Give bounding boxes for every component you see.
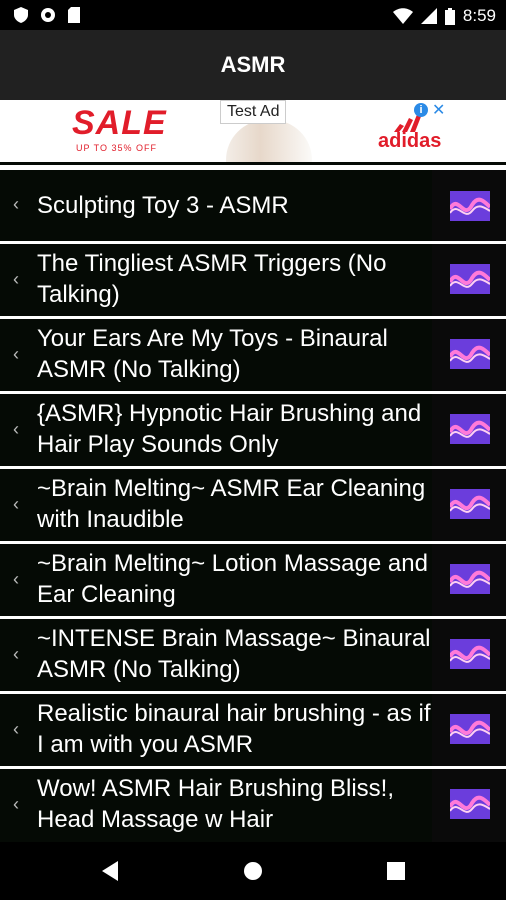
list-item-title: {ASMR} Hypnotic Hair Brushing and Hair P… — [37, 400, 422, 458]
ad-model-image — [226, 120, 312, 162]
ad-close-icon[interactable]: ✕ — [432, 100, 445, 120]
page-title: ASMR — [220, 52, 286, 77]
chevron-left-icon: ‹ — [13, 494, 19, 514]
sound-wave-icon — [450, 564, 490, 594]
ad-sale-subtext: UP TO 35% OFF — [76, 143, 158, 153]
chevron-left-icon: ‹ — [13, 419, 19, 439]
chevron-left-icon: ‹ — [13, 644, 19, 664]
app-bar: ASMR — [0, 30, 506, 100]
sound-wave-icon — [450, 489, 490, 519]
list-item-title: ~INTENSE Brain Massage~ Binaural ASMR (N… — [37, 625, 431, 683]
recents-icon[interactable] — [386, 861, 406, 881]
list-item[interactable]: ‹ Sculpting Toy 3 - ASMR — [0, 170, 506, 241]
list-item[interactable]: ‹ ~Brain Melting~ Lotion Massage and Ear… — [0, 544, 506, 616]
wifi-icon — [392, 8, 413, 24]
video-list[interactable]: ‹ Sculpting Toy 3 - ASMR ‹ The Tingliest… — [0, 162, 506, 842]
signal-icon — [420, 8, 437, 24]
list-item-title: ~Brain Melting~ Lotion Massage and Ear C… — [37, 550, 428, 608]
status-bar: 8:59 — [0, 0, 506, 30]
chevron-left-icon: ‹ — [13, 569, 19, 589]
ad-sale-text: SALE — [72, 104, 167, 142]
sound-wave-icon — [450, 714, 490, 744]
shield-icon — [14, 7, 28, 23]
ad-banner[interactable]: SALE UP TO 35% OFF Test Ad adidas i ✕ — [0, 100, 506, 162]
sound-wave-icon — [450, 264, 490, 294]
list-item[interactable]: ‹ The Tingliest ASMR Triggers (No Talkin… — [0, 244, 506, 316]
list-item-title: Wow! ASMR Hair Brushing Bliss!, Head Mas… — [37, 775, 394, 833]
back-icon[interactable] — [100, 861, 120, 881]
list-item[interactable]: ‹ Realistic binaural hair brushing - as … — [0, 694, 506, 766]
sound-wave-icon — [450, 789, 490, 819]
ad-info-icon[interactable]: i — [414, 103, 428, 117]
sound-wave-icon — [450, 639, 490, 669]
navigation-bar — [0, 842, 506, 900]
list-item-title: Your Ears Are My Toys - Binaural ASMR (N… — [37, 325, 388, 383]
list-item[interactable]: ‹ {ASMR} Hypnotic Hair Brushing and Hair… — [0, 394, 506, 466]
sound-wave-icon — [450, 339, 490, 369]
home-icon[interactable] — [243, 861, 263, 881]
sd-card-icon — [68, 7, 80, 23]
list-item[interactable]: ‹ Your Ears Are My Toys - Binaural ASMR … — [0, 319, 506, 391]
list-item[interactable]: ‹ Wow! ASMR Hair Brushing Bliss!, Head M… — [0, 769, 506, 842]
list-item-title: ~Brain Melting~ ASMR Ear Cleaning with I… — [37, 475, 426, 533]
chevron-left-icon: ‹ — [13, 344, 19, 364]
chevron-left-icon: ‹ — [13, 194, 19, 214]
sound-wave-icon — [450, 191, 490, 221]
chevron-left-icon: ‹ — [13, 719, 19, 739]
ad-label: Test Ad — [220, 100, 287, 124]
list-item[interactable]: ‹ ~INTENSE Brain Massage~ Binaural ASMR … — [0, 619, 506, 691]
chevron-left-icon: ‹ — [13, 269, 19, 289]
list-item-partial — [0, 162, 506, 165]
status-time: 8:59 — [462, 6, 496, 25]
circle-icon — [41, 8, 55, 22]
chevron-left-icon: ‹ — [13, 794, 19, 814]
list-item-title: Realistic binaural hair brushing - as if… — [37, 700, 431, 758]
list-item-title: Sculpting Toy 3 - ASMR — [37, 192, 289, 219]
sound-wave-icon — [450, 414, 490, 444]
battery-icon — [444, 7, 455, 25]
ad-brand-text: adidas — [378, 130, 442, 152]
list-item-title: The Tingliest ASMR Triggers (No Talking) — [37, 250, 387, 308]
list-item[interactable]: ‹ ~Brain Melting~ ASMR Ear Cleaning with… — [0, 469, 506, 541]
